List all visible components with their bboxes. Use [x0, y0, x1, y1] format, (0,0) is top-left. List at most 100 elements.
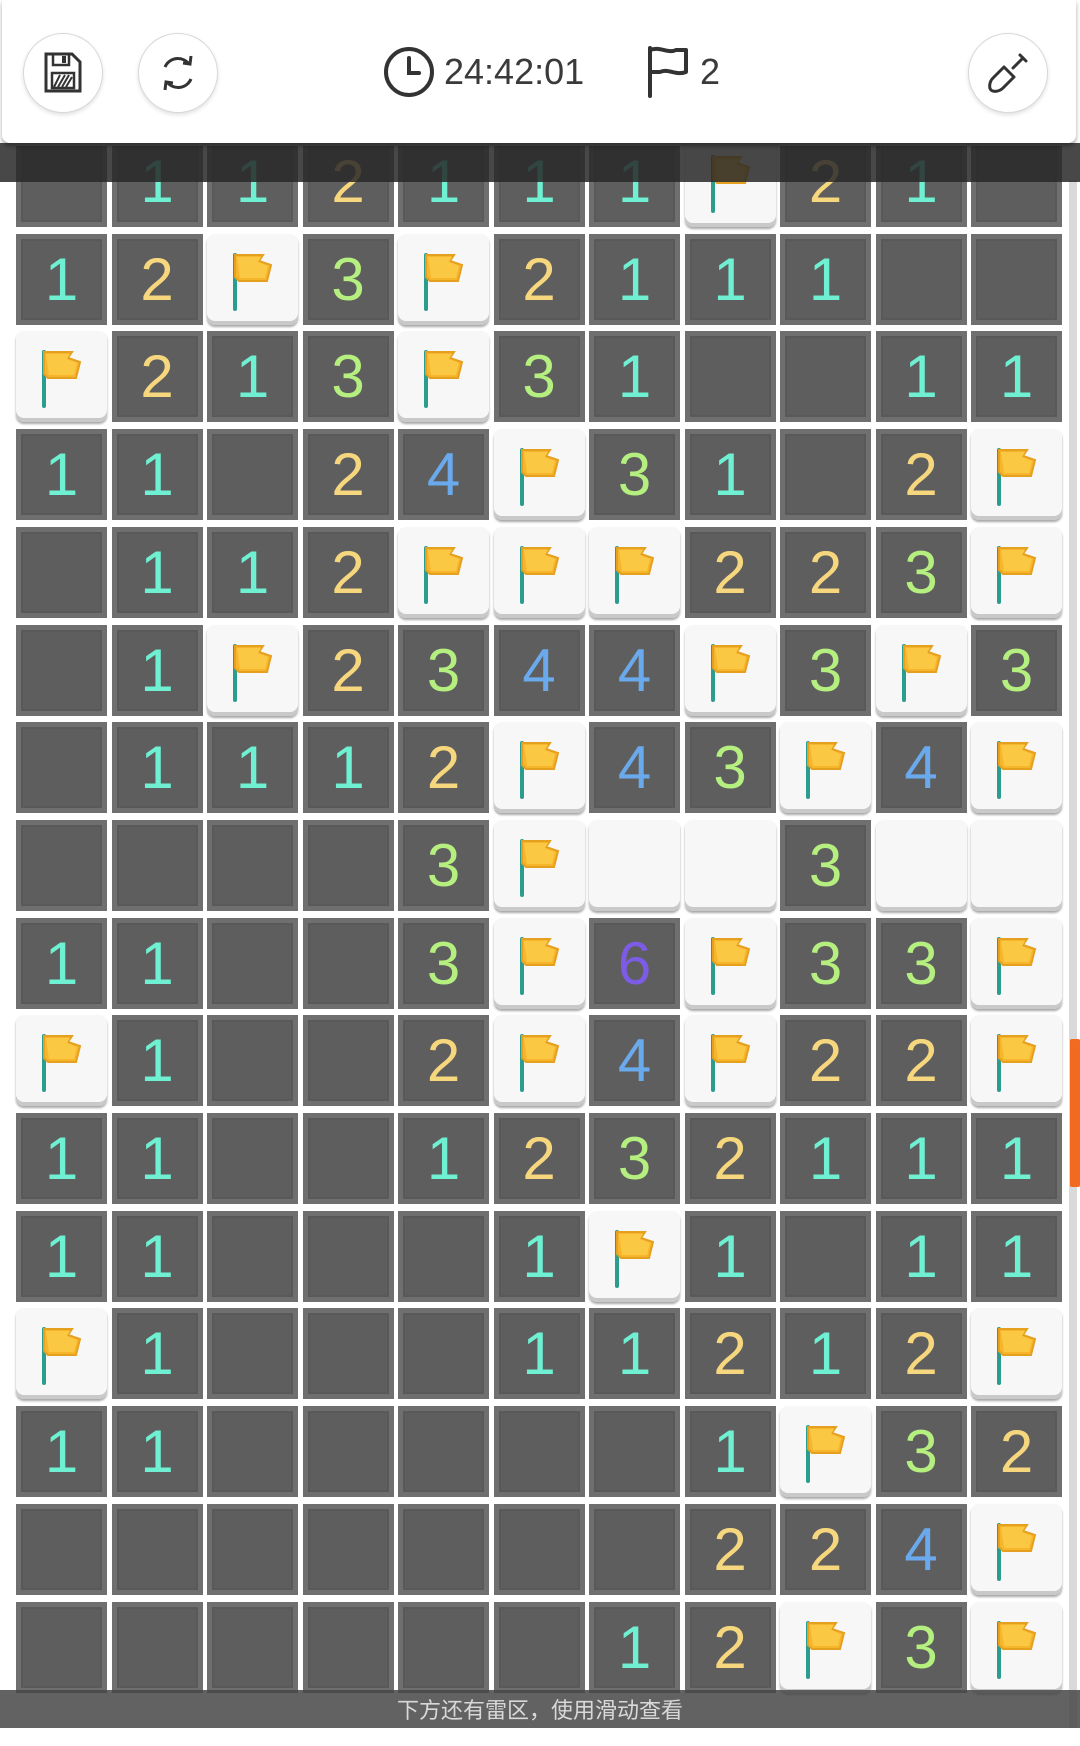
cell-empty[interactable]	[207, 1210, 298, 1302]
cell-empty[interactable]	[971, 233, 1062, 325]
scrollbar-thumb[interactable]	[1070, 1039, 1080, 1187]
restart-button[interactable]	[138, 33, 218, 113]
cell-flagged[interactable]	[589, 1210, 680, 1302]
cell-number[interactable]: 3	[971, 624, 1062, 716]
cell-number[interactable]: 1	[111, 1406, 203, 1498]
cell-number[interactable]: 2	[875, 1015, 967, 1107]
cell-covered[interactable]	[589, 819, 680, 911]
cell-number[interactable]: 3	[398, 819, 489, 911]
cell-number[interactable]: 1	[780, 233, 871, 325]
cell-number[interactable]: 2	[684, 1308, 776, 1400]
cell-number[interactable]: 1	[111, 1015, 203, 1107]
cell-flagged[interactable]	[971, 917, 1062, 1009]
cell-flagged[interactable]	[493, 722, 585, 814]
cell-number[interactable]: 1	[780, 1308, 871, 1400]
cell-empty[interactable]	[493, 1601, 585, 1693]
cell-empty[interactable]	[398, 1601, 489, 1693]
cell-flagged[interactable]	[875, 624, 967, 716]
cell-number[interactable]: 4	[589, 1015, 680, 1107]
cell-number[interactable]: 2	[302, 429, 394, 521]
cell-number[interactable]: 1	[111, 1308, 203, 1400]
cell-empty[interactable]	[302, 1113, 394, 1204]
cell-empty[interactable]	[207, 1113, 298, 1204]
cell-empty[interactable]	[16, 1601, 107, 1693]
cell-number[interactable]: 1	[971, 1210, 1062, 1302]
cell-empty[interactable]	[16, 819, 107, 911]
cell-number[interactable]: 1	[302, 722, 394, 814]
cell-number[interactable]: 2	[684, 1113, 776, 1204]
save-button[interactable]	[23, 33, 103, 113]
cell-number[interactable]: 1	[111, 429, 203, 521]
cell-flagged[interactable]	[684, 624, 776, 716]
cell-number[interactable]: 4	[875, 722, 967, 814]
cell-number[interactable]: 2	[971, 1406, 1062, 1498]
cell-flagged[interactable]	[971, 429, 1062, 521]
cell-number[interactable]: 3	[875, 917, 967, 1009]
cell-number[interactable]: 3	[780, 917, 871, 1009]
cell-number[interactable]: 1	[493, 1210, 585, 1302]
cell-flagged[interactable]	[971, 1308, 1062, 1400]
cell-flagged[interactable]	[207, 233, 298, 325]
cell-empty[interactable]	[302, 1308, 394, 1400]
cell-number[interactable]: 4	[589, 624, 680, 716]
cell-number[interactable]: 2	[875, 429, 967, 521]
cell-number[interactable]: 4	[589, 722, 680, 814]
cell-empty[interactable]	[780, 429, 871, 521]
cell-number[interactable]: 2	[780, 1015, 871, 1107]
cell-empty[interactable]	[207, 429, 298, 521]
cell-number[interactable]: 3	[875, 526, 967, 618]
cell-number[interactable]: 1	[16, 917, 107, 1009]
cell-number[interactable]: 1	[589, 233, 680, 325]
cell-empty[interactable]	[207, 1015, 298, 1107]
cell-flagged[interactable]	[971, 1503, 1062, 1595]
cell-number[interactable]: 4	[875, 1503, 967, 1595]
cell-number[interactable]: 1	[971, 331, 1062, 423]
cell-flagged[interactable]	[398, 526, 489, 618]
cell-flagged[interactable]	[493, 819, 585, 911]
cell-empty[interactable]	[111, 1601, 203, 1693]
minefield-board[interactable]: 1121112112321112133111112431211222312344…	[14, 146, 1064, 1746]
cell-empty[interactable]	[875, 233, 967, 325]
cell-number[interactable]: 3	[684, 722, 776, 814]
cell-number[interactable]: 2	[302, 526, 394, 618]
cell-number[interactable]: 2	[398, 1015, 489, 1107]
cell-number[interactable]: 1	[16, 429, 107, 521]
cell-number[interactable]: 3	[589, 1113, 680, 1204]
cell-number[interactable]: 2	[302, 624, 394, 716]
cell-number[interactable]: 3	[302, 233, 394, 325]
cell-number[interactable]: 2	[111, 331, 203, 423]
cell-number[interactable]: 1	[16, 1113, 107, 1204]
cell-flagged[interactable]	[589, 526, 680, 618]
cell-empty[interactable]	[398, 1406, 489, 1498]
cell-number[interactable]: 2	[493, 233, 585, 325]
cell-number[interactable]: 3	[589, 429, 680, 521]
cell-flagged[interactable]	[493, 1015, 585, 1107]
cell-number[interactable]: 1	[684, 1406, 776, 1498]
cell-empty[interactable]	[302, 1210, 394, 1302]
cell-empty[interactable]	[207, 1406, 298, 1498]
dig-mode-button[interactable]	[968, 33, 1048, 113]
cell-empty[interactable]	[302, 917, 394, 1009]
cell-empty[interactable]	[589, 1503, 680, 1595]
cell-empty[interactable]	[302, 1406, 394, 1498]
cell-number[interactable]: 3	[875, 1601, 967, 1693]
cell-number[interactable]: 1	[16, 1210, 107, 1302]
cell-number[interactable]: 3	[780, 624, 871, 716]
cell-empty[interactable]	[493, 1503, 585, 1595]
cell-number[interactable]: 3	[493, 331, 585, 423]
cell-empty[interactable]	[780, 1210, 871, 1302]
cell-empty[interactable]	[302, 1015, 394, 1107]
cell-number[interactable]: 1	[398, 1113, 489, 1204]
cell-number[interactable]: 2	[780, 1503, 871, 1595]
cell-empty[interactable]	[207, 1601, 298, 1693]
cell-number[interactable]: 1	[16, 1406, 107, 1498]
cell-flagged[interactable]	[16, 331, 107, 423]
cell-number[interactable]: 1	[207, 331, 298, 423]
cell-flagged[interactable]	[16, 1015, 107, 1107]
cell-number[interactable]: 1	[493, 1308, 585, 1400]
cell-number[interactable]: 1	[875, 331, 967, 423]
cell-number[interactable]: 1	[111, 1210, 203, 1302]
cell-number[interactable]: 1	[111, 1113, 203, 1204]
cell-flagged[interactable]	[971, 526, 1062, 618]
cell-number[interactable]: 1	[207, 722, 298, 814]
